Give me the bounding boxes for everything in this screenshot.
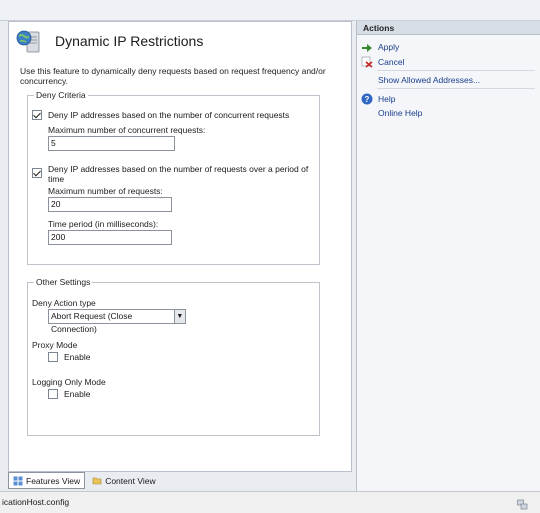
deny-action-value: Abort Request (Close Connection) [51,311,133,334]
proxy-enable-label: Enable [64,352,91,362]
proxy-mode-label: Proxy Mode [32,340,78,350]
feature-header: Dynamic IP Restrictions [15,26,203,56]
online-help-action[interactable]: Online Help [378,108,422,118]
logging-enable-label: Enable [64,389,91,399]
features-view-icon [13,476,23,486]
status-config-path: icationHost.config [2,497,70,507]
cancel-action[interactable]: Cancel [361,56,404,68]
help-icon: ? [361,93,373,105]
cancel-label: Cancel [378,57,405,67]
window-top-strip [0,0,540,21]
deny-action-select[interactable]: Abort Request (Close Connection) ▼ [48,309,186,334]
max-requests-field[interactable]: 20 [48,197,172,212]
time-period-label: Time period (in milliseconds): [48,219,159,229]
cancel-x-icon [361,56,373,68]
tab-content-view[interactable]: Content View [87,472,160,489]
feature-description: Use this feature to dynamically deny req… [20,66,326,86]
help-label: Help [378,94,396,104]
status-bar: icationHost.config [0,491,540,513]
deny-criteria-legend: Deny Criteria [34,90,88,100]
content-view-icon [92,476,102,486]
proxy-enable-checkbox[interactable] [48,352,58,362]
logging-enable-checkbox[interactable] [48,389,58,399]
actions-divider [377,70,535,71]
logging-mode-label: Logging Only Mode [32,377,106,387]
proxy-enable-row: Enable [48,352,90,362]
online-help-label: Online Help [378,108,423,118]
apply-arrow-icon [361,41,373,53]
deny-action-label: Deny Action type [32,298,96,308]
show-allowed-addresses-action[interactable]: Show Allowed Addresses... [378,75,480,85]
view-tabs: Features View Content View [8,472,163,491]
actions-header: Actions [357,21,540,35]
max-concurrent-label: Maximum number of concurrent requests: [48,125,206,135]
max-requests-label: Maximum number of requests: [48,186,163,196]
tab-features-view[interactable]: Features View [8,472,86,489]
show-allowed-label: Show Allowed Addresses... [378,75,481,85]
apply-action[interactable]: Apply [361,41,399,53]
deny-concurrent-row: Deny IP addresses based on the number of… [32,110,289,120]
chevron-down-icon[interactable]: ▼ [173,310,185,323]
globe-server-icon [15,28,41,54]
deny-concurrent-checkbox[interactable] [32,110,42,120]
help-action[interactable]: ? Help [361,93,395,105]
page-title: Dynamic IP Restrictions [55,33,204,49]
deny-rate-checkbox[interactable] [32,168,42,178]
actions-pane: Actions Apply Cancel Show Allowed Addres… [356,21,540,491]
actions-divider [377,88,535,89]
tab-content-view-label: Content View [105,475,156,486]
deny-concurrent-label: Deny IP addresses based on the number of… [48,110,290,120]
tab-features-view-label: Features View [26,475,81,486]
apply-label: Apply [378,42,400,52]
svg-text:?: ? [365,95,370,104]
deny-rate-label: Deny IP addresses based on the number of… [48,164,309,184]
network-status-icon [517,497,528,510]
logging-enable-row: Enable [48,389,90,399]
other-settings-legend: Other Settings [34,277,93,287]
deny-criteria-group: Deny Criteria Deny IP addresses based on… [27,90,320,265]
max-concurrent-field[interactable]: 5 [48,136,175,151]
feature-content-pane: Dynamic IP Restrictions Use this feature… [8,21,352,472]
deny-rate-row: Deny IP addresses based on the number of… [32,164,317,184]
time-period-field[interactable]: 200 [48,230,172,245]
other-settings-group: Other Settings Deny Action type Abort Re… [27,277,320,436]
